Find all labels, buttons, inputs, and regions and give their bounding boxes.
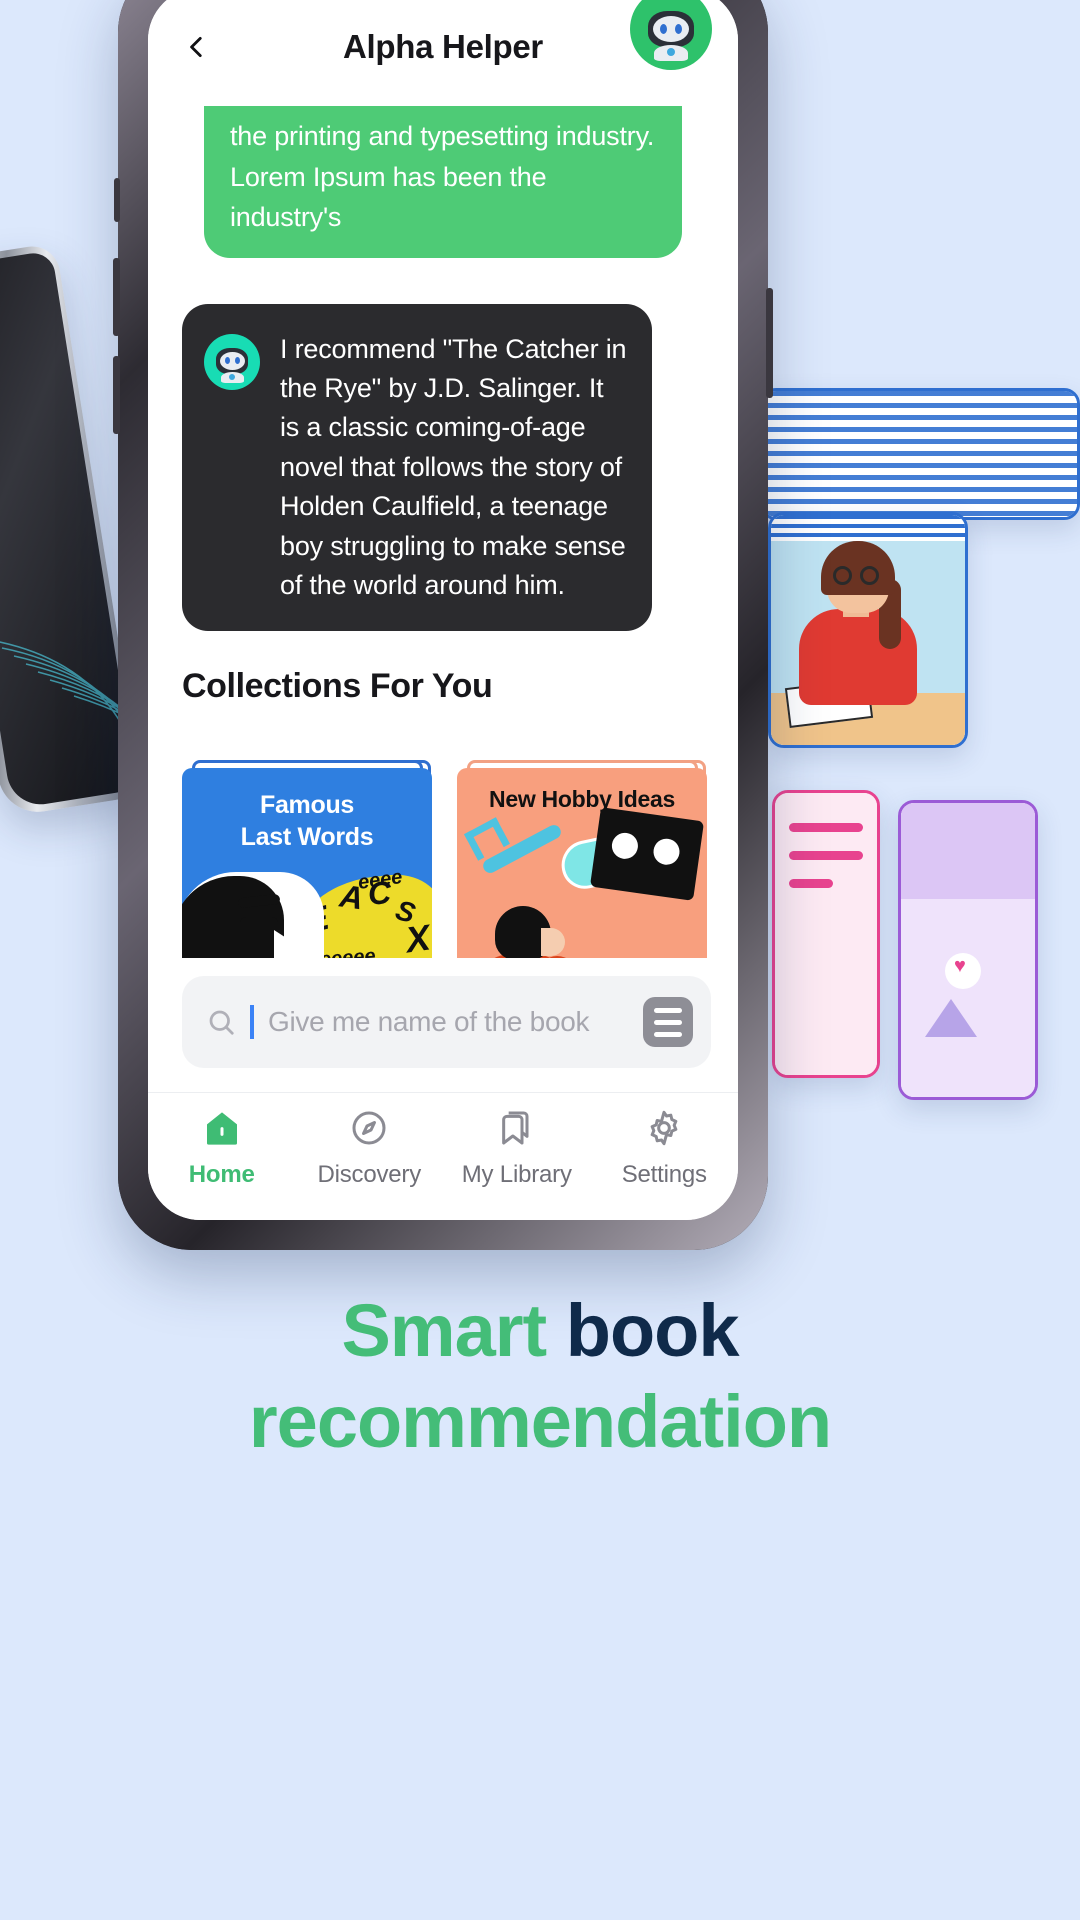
collections-heading: Collections For You	[182, 667, 493, 706]
book-cover-art: New Hobby Ideas	[457, 768, 707, 958]
collection-card-bestsellers[interactable]: Famous Last Words E A C S X eeeee ee	[182, 754, 432, 958]
assistant-message-avatar	[204, 333, 260, 390]
cover-title-line1: Famous	[259, 791, 355, 820]
caption-line-2: recommendation	[248, 1379, 832, 1463]
caption-line-1: Smart book	[0, 1289, 1080, 1373]
volume-up-button[interactable]	[113, 258, 120, 336]
user-message-text: the printing and typesetting industry. L…	[230, 121, 655, 232]
gear-icon	[650, 1110, 678, 1146]
tab-label: Home	[188, 1161, 255, 1188]
message-composer	[148, 958, 738, 1092]
app-header: Alpha Helper	[148, 0, 738, 106]
bookmarks-icon	[501, 1111, 529, 1145]
collections-section: Collections For You Famous Last Words A …	[148, 631, 738, 958]
cover-title-line1: New Hobby Ideas	[489, 786, 675, 813]
tab-label: Settings	[621, 1161, 707, 1188]
background-card-illustration	[768, 512, 968, 748]
caption-word-smart: Smart	[341, 1289, 566, 1372]
text-cursor	[250, 1005, 254, 1039]
send-button[interactable]	[729, 994, 738, 1050]
menu-icon[interactable]	[643, 997, 693, 1047]
tab-my-library[interactable]: My Library	[443, 1107, 591, 1189]
tab-discovery[interactable]: Discovery	[296, 1107, 444, 1189]
book-cover-stack: New Hobby Ideas	[457, 754, 707, 958]
caption-word-book: book	[565, 1289, 740, 1372]
chat-scroll-area[interactable]: the printing and typesetting industry. L…	[148, 106, 738, 958]
book-cover-stack: Famous Last Words E A C S X eeeee ee	[182, 754, 432, 958]
search-field-wrapper[interactable]	[182, 976, 711, 1068]
marketing-caption: Smart book recommendation	[0, 1289, 1080, 1464]
tab-label: Discovery	[317, 1161, 422, 1188]
chevron-left-icon	[190, 36, 202, 58]
bottom-navigation: Home Discovery My Library Settings	[148, 1092, 738, 1220]
robot-avatar-icon	[641, 0, 701, 61]
book-cover-art: Famous Last Words E A C S X eeeee ee	[182, 768, 432, 958]
collections-card-row: Famous Last Words E A C S X eeeee ee	[182, 754, 707, 958]
tab-settings[interactable]: Settings	[591, 1107, 739, 1189]
assistant-message-text: I recommend "The Catcher in the Rye" by …	[280, 333, 627, 600]
power-button[interactable]	[766, 288, 773, 398]
background-card-blue	[760, 388, 1080, 520]
background-card-purple	[898, 800, 1038, 1100]
search-icon	[209, 1010, 234, 1035]
assistant-avatar[interactable]	[630, 0, 712, 70]
background-card-pink	[772, 790, 880, 1078]
mute-switch[interactable]	[114, 178, 120, 222]
collection-card-new-hobby-ideas[interactable]: New Hobby Ideas	[457, 754, 707, 958]
robot-avatar-icon	[211, 341, 253, 383]
tab-home[interactable]: Home	[148, 1107, 296, 1189]
phone-screen: Alpha Helper the printing and typesettin…	[148, 0, 738, 1220]
send-icon	[734, 999, 738, 1045]
compass-icon	[352, 1111, 386, 1145]
cover-title-line2: Last Words	[240, 822, 374, 851]
back-button[interactable]	[174, 24, 220, 70]
search-input[interactable]	[268, 1006, 629, 1038]
volume-down-button[interactable]	[113, 356, 120, 434]
chat-bubble-user: the printing and typesetting industry. L…	[204, 106, 682, 258]
phone-device-mockup: Alpha Helper the printing and typesettin…	[113, 0, 773, 1250]
chat-bubble-assistant: I recommend "The Catcher in the Rye" by …	[182, 303, 652, 632]
tab-label: My Library	[461, 1161, 572, 1188]
home-icon	[206, 1112, 237, 1145]
